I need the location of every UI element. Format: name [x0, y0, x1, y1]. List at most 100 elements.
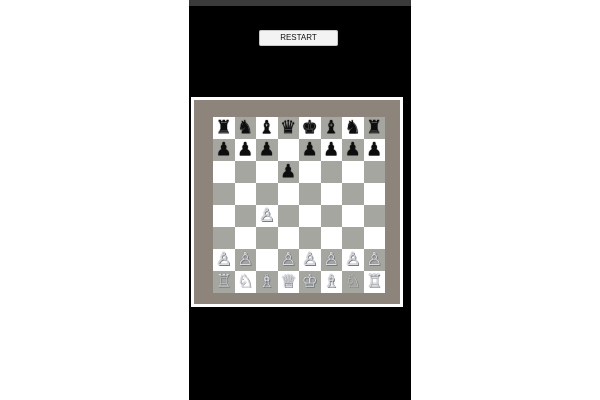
- black-pawn-piece[interactable]: ♟: [323, 141, 339, 159]
- square-f5[interactable]: [320, 183, 342, 205]
- square-c2[interactable]: [256, 249, 278, 271]
- square-g3[interactable]: [342, 227, 364, 249]
- square-h5[interactable]: [363, 183, 385, 205]
- white-pawn-piece[interactable]: ♙: [366, 251, 382, 269]
- black-pawn-piece[interactable]: ♟: [259, 141, 275, 159]
- square-d3[interactable]: [277, 227, 299, 249]
- square-g4[interactable]: [342, 205, 364, 227]
- white-pawn-piece[interactable]: ♙: [323, 251, 339, 269]
- square-h3[interactable]: [363, 227, 385, 249]
- square-h4[interactable]: [363, 205, 385, 227]
- white-pawn-piece[interactable]: ♙: [280, 251, 296, 269]
- square-e4[interactable]: [299, 205, 321, 227]
- square-e8[interactable]: ♚: [299, 117, 321, 139]
- white-knight-piece[interactable]: ♘: [345, 273, 361, 291]
- square-a4[interactable]: [213, 205, 235, 227]
- square-f3[interactable]: [320, 227, 342, 249]
- black-pawn-piece[interactable]: ♟: [237, 141, 253, 159]
- board-frame: ♜ ♞ ♝ ♛ ♚ ♝ ♞ ♜ ♟ ♟ ♟ ♟ ♟ ♟ ♟ ♟ ♙ ♙ ♙ ♙ ♙ ♙ ♙ ♙ ♖ ♘ ♗ ♕ ♔ ♗ ♘ ♖: [191, 97, 403, 307]
- square-e6[interactable]: [299, 161, 321, 183]
- white-pawn-piece[interactable]: ♙: [216, 251, 232, 269]
- square-b8[interactable]: ♞: [234, 117, 256, 139]
- restart-button[interactable]: RESTART: [259, 30, 338, 46]
- square-f7[interactable]: ♟: [320, 139, 342, 161]
- square-e1[interactable]: ♔: [299, 271, 321, 293]
- square-a2[interactable]: ♙: [213, 249, 235, 271]
- square-d5[interactable]: [277, 183, 299, 205]
- white-pawn-piece[interactable]: ♙: [237, 251, 253, 269]
- square-c3[interactable]: [256, 227, 278, 249]
- status-bar: [189, 0, 411, 6]
- square-b4[interactable]: [234, 205, 256, 227]
- square-d7[interactable]: [277, 139, 299, 161]
- square-g8[interactable]: ♞: [342, 117, 364, 139]
- square-h1[interactable]: ♖: [363, 271, 385, 293]
- white-bishop-piece[interactable]: ♗: [323, 273, 339, 291]
- square-g7[interactable]: ♟: [342, 139, 364, 161]
- square-b5[interactable]: [234, 183, 256, 205]
- square-d2[interactable]: ♙: [277, 249, 299, 271]
- square-a1[interactable]: ♖: [213, 271, 235, 293]
- square-a7[interactable]: ♟: [213, 139, 235, 161]
- square-f2[interactable]: ♙: [320, 249, 342, 271]
- square-g2[interactable]: ♙: [342, 249, 364, 271]
- board-border: ♜ ♞ ♝ ♛ ♚ ♝ ♞ ♜ ♟ ♟ ♟ ♟ ♟ ♟ ♟ ♟ ♙ ♙ ♙ ♙ ♙ ♙ ♙ ♙ ♖ ♘ ♗ ♕ ♔ ♗ ♘ ♖: [194, 100, 400, 304]
- black-pawn-piece[interactable]: ♟: [366, 141, 382, 159]
- square-b1[interactable]: ♘: [234, 271, 256, 293]
- square-a5[interactable]: [213, 183, 235, 205]
- square-h6[interactable]: [363, 161, 385, 183]
- square-b7[interactable]: ♟: [234, 139, 256, 161]
- white-pawn-piece[interactable]: ♙: [259, 207, 275, 225]
- black-king-piece[interactable]: ♚: [302, 119, 318, 137]
- square-c4[interactable]: ♙: [256, 205, 278, 227]
- white-rook-piece[interactable]: ♖: [366, 273, 382, 291]
- black-queen-piece[interactable]: ♛: [280, 119, 296, 137]
- square-e7[interactable]: ♟: [299, 139, 321, 161]
- white-pawn-piece[interactable]: ♙: [302, 251, 318, 269]
- square-f6[interactable]: [320, 161, 342, 183]
- white-rook-piece[interactable]: ♖: [216, 273, 232, 291]
- square-c8[interactable]: ♝: [256, 117, 278, 139]
- square-h7[interactable]: ♟: [363, 139, 385, 161]
- black-rook-piece[interactable]: ♜: [366, 119, 382, 137]
- white-pawn-piece[interactable]: ♙: [345, 251, 361, 269]
- black-pawn-piece[interactable]: ♟: [216, 141, 232, 159]
- square-b3[interactable]: [234, 227, 256, 249]
- black-bishop-piece[interactable]: ♝: [323, 119, 339, 137]
- square-c1[interactable]: ♗: [256, 271, 278, 293]
- black-knight-piece[interactable]: ♞: [237, 119, 253, 137]
- black-pawn-piece[interactable]: ♟: [345, 141, 361, 159]
- black-pawn-piece[interactable]: ♟: [302, 141, 318, 159]
- square-f1[interactable]: ♗: [320, 271, 342, 293]
- square-d4[interactable]: [277, 205, 299, 227]
- square-f8[interactable]: ♝: [320, 117, 342, 139]
- square-a3[interactable]: [213, 227, 235, 249]
- square-d6[interactable]: ♟: [277, 161, 299, 183]
- black-pawn-piece[interactable]: ♟: [280, 163, 296, 181]
- square-a8[interactable]: ♜: [213, 117, 235, 139]
- square-e5[interactable]: [299, 183, 321, 205]
- square-f4[interactable]: [320, 205, 342, 227]
- square-e3[interactable]: [299, 227, 321, 249]
- square-a6[interactable]: [213, 161, 235, 183]
- square-h8[interactable]: ♜: [363, 117, 385, 139]
- square-c7[interactable]: ♟: [256, 139, 278, 161]
- square-d1[interactable]: ♕: [277, 271, 299, 293]
- square-c6[interactable]: [256, 161, 278, 183]
- black-bishop-piece[interactable]: ♝: [259, 119, 275, 137]
- square-g6[interactable]: [342, 161, 364, 183]
- black-rook-piece[interactable]: ♜: [216, 119, 232, 137]
- white-knight-piece[interactable]: ♘: [237, 273, 253, 291]
- black-knight-piece[interactable]: ♞: [345, 119, 361, 137]
- white-bishop-piece[interactable]: ♗: [259, 273, 275, 291]
- square-b2[interactable]: ♙: [234, 249, 256, 271]
- white-queen-piece[interactable]: ♕: [280, 273, 296, 291]
- square-g1[interactable]: ♘: [342, 271, 364, 293]
- square-d8[interactable]: ♛: [277, 117, 299, 139]
- square-e2[interactable]: ♙: [299, 249, 321, 271]
- square-h2[interactable]: ♙: [363, 249, 385, 271]
- square-c5[interactable]: [256, 183, 278, 205]
- square-g5[interactable]: [342, 183, 364, 205]
- square-b6[interactable]: [234, 161, 256, 183]
- white-king-piece[interactable]: ♔: [302, 273, 318, 291]
